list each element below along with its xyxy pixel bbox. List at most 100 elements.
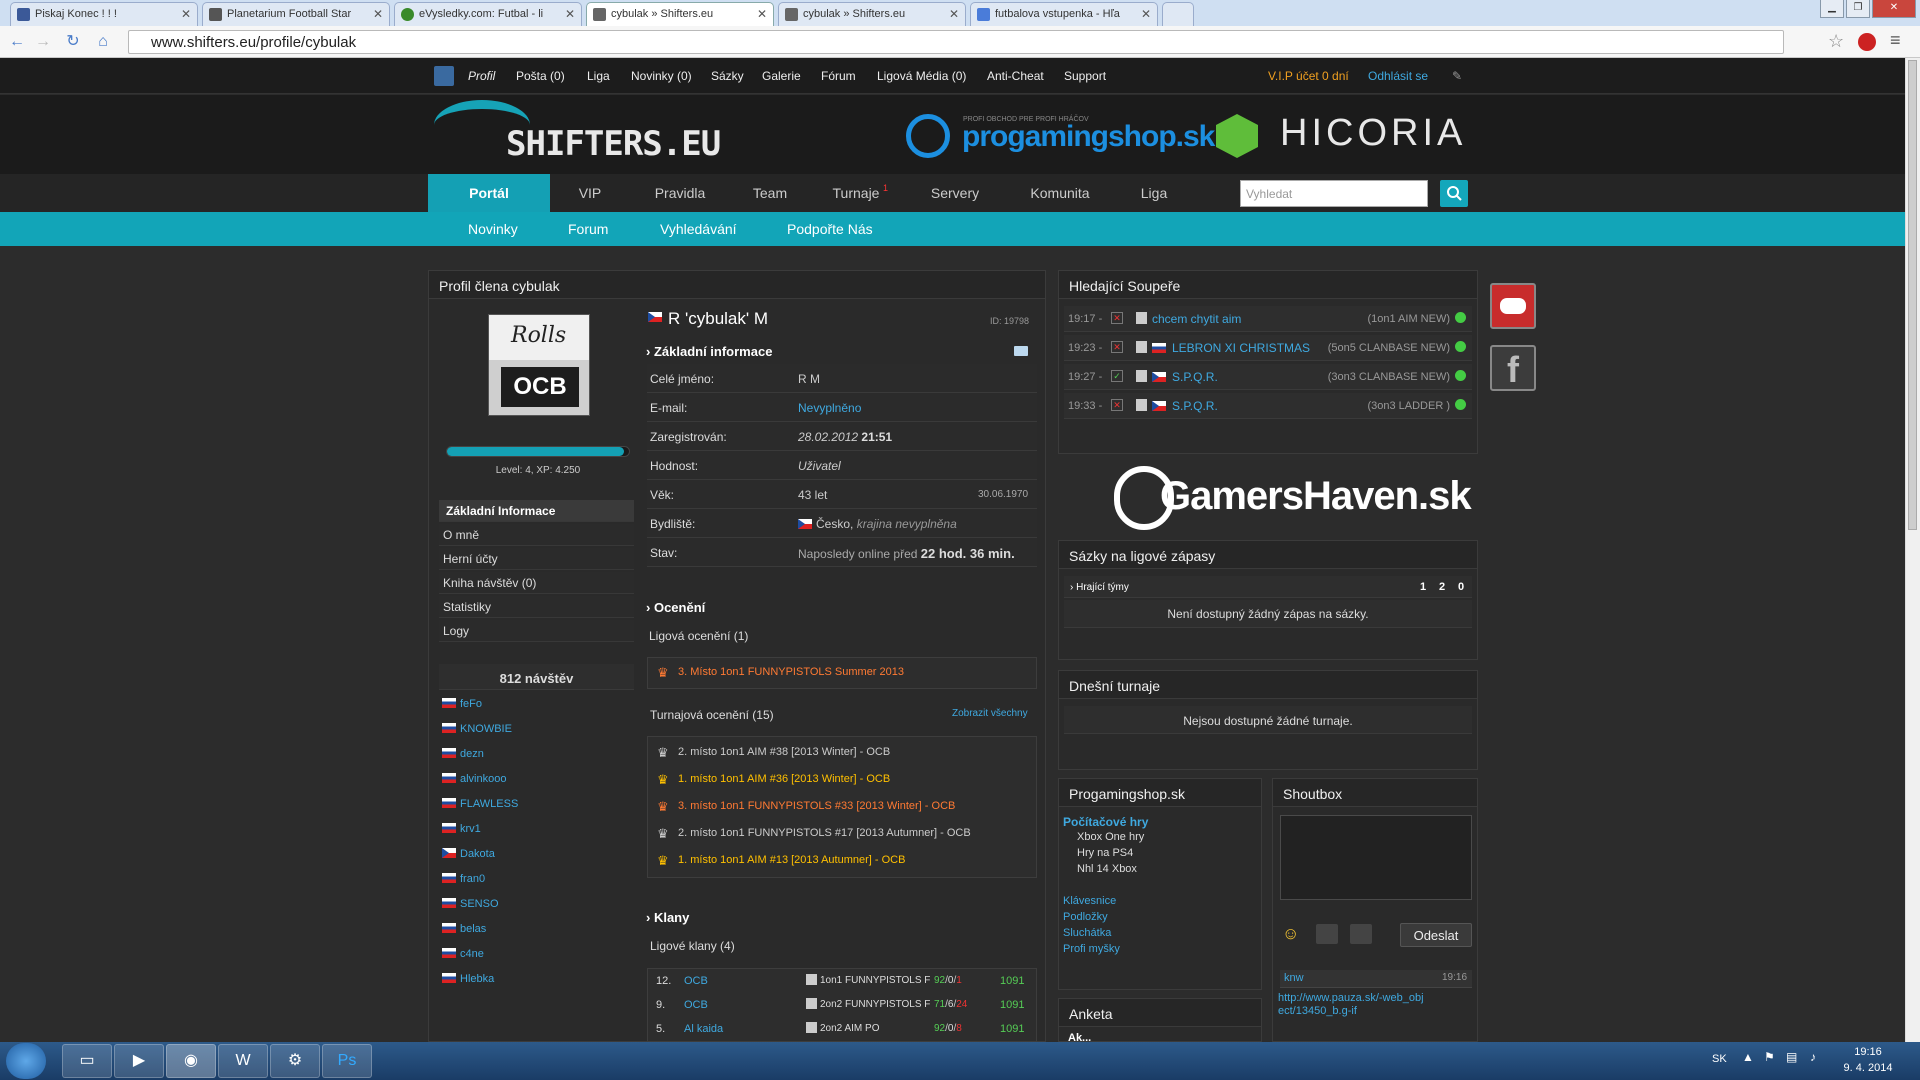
- url-input[interactable]: www.shifters.eu/profile/cybulak: [128, 30, 1784, 54]
- gamershaven-banner[interactable]: GamersHaven.sk: [1160, 474, 1472, 519]
- steam-icon[interactable]: ⚙: [270, 1044, 320, 1078]
- visitor-name[interactable]: Dakota: [460, 848, 495, 860]
- shop-link-keyboards[interactable]: Klávesnice: [1063, 895, 1116, 907]
- reload-icon[interactable]: ↻: [64, 33, 82, 51]
- opponent-name[interactable]: S.P.Q.R.: [1172, 399, 1218, 413]
- logout-link[interactable]: Odhlásit se: [1368, 69, 1428, 83]
- shop-subitem[interactable]: Hry na PS4: [1077, 847, 1133, 859]
- subnav-podporte-nas[interactable]: Podpořte Nás: [787, 221, 873, 237]
- scrollbar-thumb[interactable]: [1908, 60, 1917, 530]
- facebook-icon[interactable]: f: [1490, 345, 1536, 391]
- nav-turnaje[interactable]: Turnaje: [816, 174, 896, 212]
- browser-tab[interactable]: futbalova vstupenka - Hľa ✕: [970, 2, 1158, 26]
- volume-icon[interactable]: ♪: [1810, 1050, 1816, 1064]
- nav-servery[interactable]: Servery: [915, 174, 995, 212]
- nav-portal[interactable]: Portál: [428, 174, 550, 212]
- search-input[interactable]: Vyhledat: [1240, 180, 1428, 207]
- field-value[interactable]: Nevyplněno: [798, 401, 861, 415]
- photoshop-icon[interactable]: Ps: [322, 1044, 372, 1078]
- visitor-item[interactable]: SENSO: [442, 898, 499, 910]
- restore-icon[interactable]: ❐: [1846, 0, 1870, 18]
- tournament-award[interactable]: ♛ 3. místo 1on1 FUNNYPISTOLS #33 [2013 Wi…: [648, 794, 1036, 820]
- shop-link-mice[interactable]: Profi myšky: [1063, 943, 1120, 955]
- clan-name[interactable]: OCB: [684, 999, 708, 1011]
- visitor-name[interactable]: alvinkooo: [460, 773, 506, 785]
- topbar-ligova-media[interactable]: Ligová Média (0): [877, 69, 966, 83]
- show-all-link[interactable]: Zobrazit všechny: [952, 708, 1028, 719]
- link-icon[interactable]: [1350, 924, 1372, 944]
- topbar-anti-cheat[interactable]: Anti-Cheat: [987, 69, 1044, 83]
- smiley-icon[interactable]: ☺: [1282, 924, 1299, 944]
- subnav-forum[interactable]: Forum: [568, 221, 608, 237]
- flag-tray-icon[interactable]: ⚑: [1764, 1050, 1775, 1064]
- tournament-award[interactable]: ♛ 1. místo 1on1 AIM #13 [2013 Autumner] -…: [648, 848, 1036, 874]
- nav-komunita[interactable]: Komunita: [1018, 174, 1102, 212]
- close-icon[interactable]: ✕: [181, 7, 191, 21]
- topbar-posta[interactable]: Pošta (0): [516, 69, 565, 83]
- clan-league[interactable]: 2on2 FUNNYPISTOLS F: [820, 999, 930, 1010]
- avatar[interactable]: Rolls OCB: [488, 314, 590, 416]
- forward-icon[interactable]: →: [34, 33, 52, 51]
- tournament-award[interactable]: ♛ 1. místo 1on1 AIM #36 [2013 Winter] - O…: [648, 767, 1036, 793]
- profile-menu-logs[interactable]: Logy: [439, 620, 634, 642]
- section-clans[interactable]: › Klany: [646, 910, 689, 925]
- playing-teams-label[interactable]: › Hrající týmy: [1070, 582, 1129, 593]
- tournament-award[interactable]: ♛ 2. místo 1on1 FUNNYPISTOLS #17 [2013 Au…: [648, 821, 1036, 847]
- visitor-item[interactable]: KNOWBIE: [442, 723, 512, 735]
- visitor-name[interactable]: belas: [460, 923, 486, 935]
- word-icon[interactable]: W: [218, 1044, 268, 1078]
- clan-name[interactable]: Al kaida: [684, 1023, 723, 1035]
- clan-league[interactable]: 1on1 FUNNYPISTOLS F: [820, 975, 930, 986]
- visitor-item[interactable]: Dakota: [442, 848, 495, 860]
- home-icon[interactable]: ⌂: [94, 33, 112, 51]
- progamingshop-banner[interactable]: progamingshop.sk: [962, 120, 1215, 154]
- opponent-name[interactable]: chcem chytit aim: [1152, 312, 1241, 326]
- visitor-name[interactable]: FLAWLESS: [460, 798, 518, 810]
- nav-team[interactable]: Team: [730, 174, 810, 212]
- visitor-item[interactable]: fran0: [442, 873, 485, 885]
- chrome-icon[interactable]: ◉: [166, 1044, 216, 1078]
- browser-tab[interactable]: Piskaj Konec ! ! ! ✕: [10, 2, 198, 26]
- shoutbox-textarea[interactable]: [1280, 815, 1472, 900]
- gamepad-icon[interactable]: [1490, 283, 1536, 329]
- visitor-name[interactable]: Hlebka: [460, 973, 494, 985]
- visitor-name[interactable]: SENSO: [460, 898, 499, 910]
- opponent-name[interactable]: S.P.Q.R.: [1172, 370, 1218, 384]
- visitor-item[interactable]: dezn: [442, 748, 484, 760]
- clock-date[interactable]: 9. 4. 2014: [1838, 1062, 1898, 1074]
- nav-vip[interactable]: VIP: [550, 174, 630, 212]
- visitor-item[interactable]: krv1: [442, 823, 481, 835]
- minimize-icon[interactable]: ▁: [1820, 0, 1844, 18]
- image-icon[interactable]: [1316, 924, 1338, 944]
- clan-name[interactable]: OCB: [684, 975, 708, 987]
- vip-account[interactable]: V.I.P účet 0 dní: [1268, 69, 1349, 83]
- nav-liga[interactable]: Liga: [1114, 174, 1194, 212]
- shop-category-link[interactable]: Počítačové hry: [1063, 815, 1148, 829]
- close-icon[interactable]: ✕: [565, 7, 575, 21]
- browser-tab-active[interactable]: cybulak » Shifters.eu ✕: [586, 2, 774, 26]
- visitor-name[interactable]: KNOWBIE: [460, 723, 512, 735]
- close-icon[interactable]: ✕: [757, 7, 767, 21]
- search-button[interactable]: [1440, 180, 1468, 207]
- tournament-award[interactable]: ♛ 2. místo 1on1 AIM #38 [2013 Winter] - O…: [648, 740, 1036, 766]
- profile-menu-statistics[interactable]: Statistiky: [439, 596, 634, 618]
- mail-icon[interactable]: [1014, 346, 1028, 356]
- visitor-name[interactable]: feFo: [460, 698, 482, 710]
- media-player-icon[interactable]: ▶: [114, 1044, 164, 1078]
- shifters-logo[interactable]: SHIFTERS.EU: [506, 124, 721, 164]
- shop-link-headphones[interactable]: Sluchátka: [1063, 927, 1111, 939]
- new-tab-button[interactable]: [1162, 2, 1194, 26]
- close-window-icon[interactable]: ✕: [1872, 0, 1916, 18]
- extension-icon[interactable]: [1858, 33, 1876, 51]
- topbar-forum[interactable]: Fórum: [821, 69, 856, 83]
- visitor-name[interactable]: c4ne: [460, 948, 484, 960]
- shop-subitem[interactable]: Nhl 14 Xbox: [1077, 863, 1137, 875]
- browser-tab[interactable]: eVysledky.com: Futbal - li ✕: [394, 2, 582, 26]
- topbar-liga[interactable]: Liga: [587, 69, 610, 83]
- shifters-small-icon[interactable]: [434, 66, 454, 86]
- subnav-vyhledavani[interactable]: Vyhledávání: [660, 221, 737, 237]
- visitor-item[interactable]: c4ne: [442, 948, 484, 960]
- clan-league[interactable]: 2on2 AIM PO: [820, 1023, 879, 1034]
- visitor-item[interactable]: feFo: [442, 698, 482, 710]
- shout-author[interactable]: knw: [1284, 972, 1304, 984]
